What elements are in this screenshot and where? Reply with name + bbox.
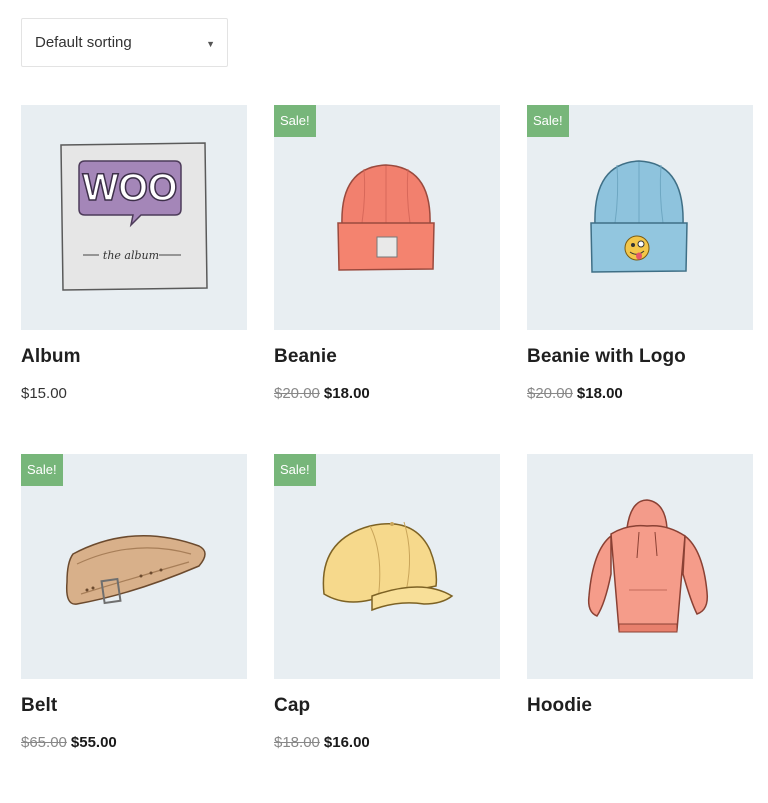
product-image-beanie-with-logo[interactable]: Sale! xyxy=(527,105,753,330)
product-card-hoodie[interactable]: Hoodie xyxy=(527,454,753,803)
sale-price: $16.00 xyxy=(323,734,370,751)
product-card-cap[interactable]: Sale! Cap $18.00 $16.00 xyxy=(274,454,500,803)
beanie-illustration xyxy=(337,164,435,271)
old-price: $20.00 xyxy=(274,385,320,402)
product-price: $20.00 $18.00 xyxy=(274,385,370,402)
product-price: $18.00 $16.00 xyxy=(274,734,370,751)
product-card-beanie[interactable]: Sale! Beanie $20.00 $18.00 xyxy=(274,105,500,454)
product-title[interactable]: Cap xyxy=(274,695,310,717)
cap-illustration xyxy=(322,521,454,612)
sale-badge: Sale! xyxy=(274,454,316,486)
product-image-beanie[interactable]: Sale! xyxy=(274,105,500,330)
product-card-album[interactable]: WOO the album Album $15.00 xyxy=(21,105,247,454)
sale-badge: Sale! xyxy=(274,105,316,137)
album-illustration: WOO the album xyxy=(60,142,208,291)
product-title[interactable]: Album xyxy=(21,346,81,368)
old-price: $18.00 xyxy=(274,734,320,751)
sorting-select[interactable]: Default sorting ▼ xyxy=(21,18,228,67)
product-price: $65.00 $55.00 xyxy=(21,734,117,751)
sorting-select-value: Default sorting xyxy=(35,34,132,51)
old-price: $20.00 xyxy=(527,385,573,402)
product-price: $15.00 xyxy=(21,385,67,402)
sale-price: $18.00 xyxy=(576,385,623,402)
sale-badge: Sale! xyxy=(527,105,569,137)
album-logo-text: WOO xyxy=(83,167,178,209)
sale-badge: Sale! xyxy=(21,454,63,486)
regular-price: $15.00 xyxy=(21,385,67,402)
old-price: $65.00 xyxy=(21,734,67,751)
product-title[interactable]: Hoodie xyxy=(527,695,592,717)
product-price: $20.00 $18.00 xyxy=(527,385,623,402)
sale-price: $18.00 xyxy=(323,385,370,402)
beanie-logo-illustration xyxy=(590,160,688,273)
product-title[interactable]: Belt xyxy=(21,695,57,717)
product-grid: WOO the album Album $15.00 Sale! Beanie xyxy=(21,105,753,803)
hoodie-illustration xyxy=(587,499,709,633)
chevron-down-icon: ▼ xyxy=(206,38,215,49)
product-image-belt[interactable]: Sale! xyxy=(21,454,247,679)
product-image-album[interactable]: WOO the album xyxy=(21,105,247,330)
product-title[interactable]: Beanie with Logo xyxy=(527,346,686,368)
product-card-belt[interactable]: Sale! Belt $65.00 $55.00 xyxy=(21,454,247,803)
sale-price: $55.00 xyxy=(70,734,117,751)
product-title[interactable]: Beanie xyxy=(274,346,337,368)
product-image-hoodie[interactable] xyxy=(527,454,753,679)
product-card-beanie-with-logo[interactable]: Sale! Beanie with Logo $20.00 $18.00 xyxy=(527,105,753,454)
product-image-cap[interactable]: Sale! xyxy=(274,454,500,679)
album-caption: the album xyxy=(103,249,159,262)
belt-illustration xyxy=(65,534,206,605)
